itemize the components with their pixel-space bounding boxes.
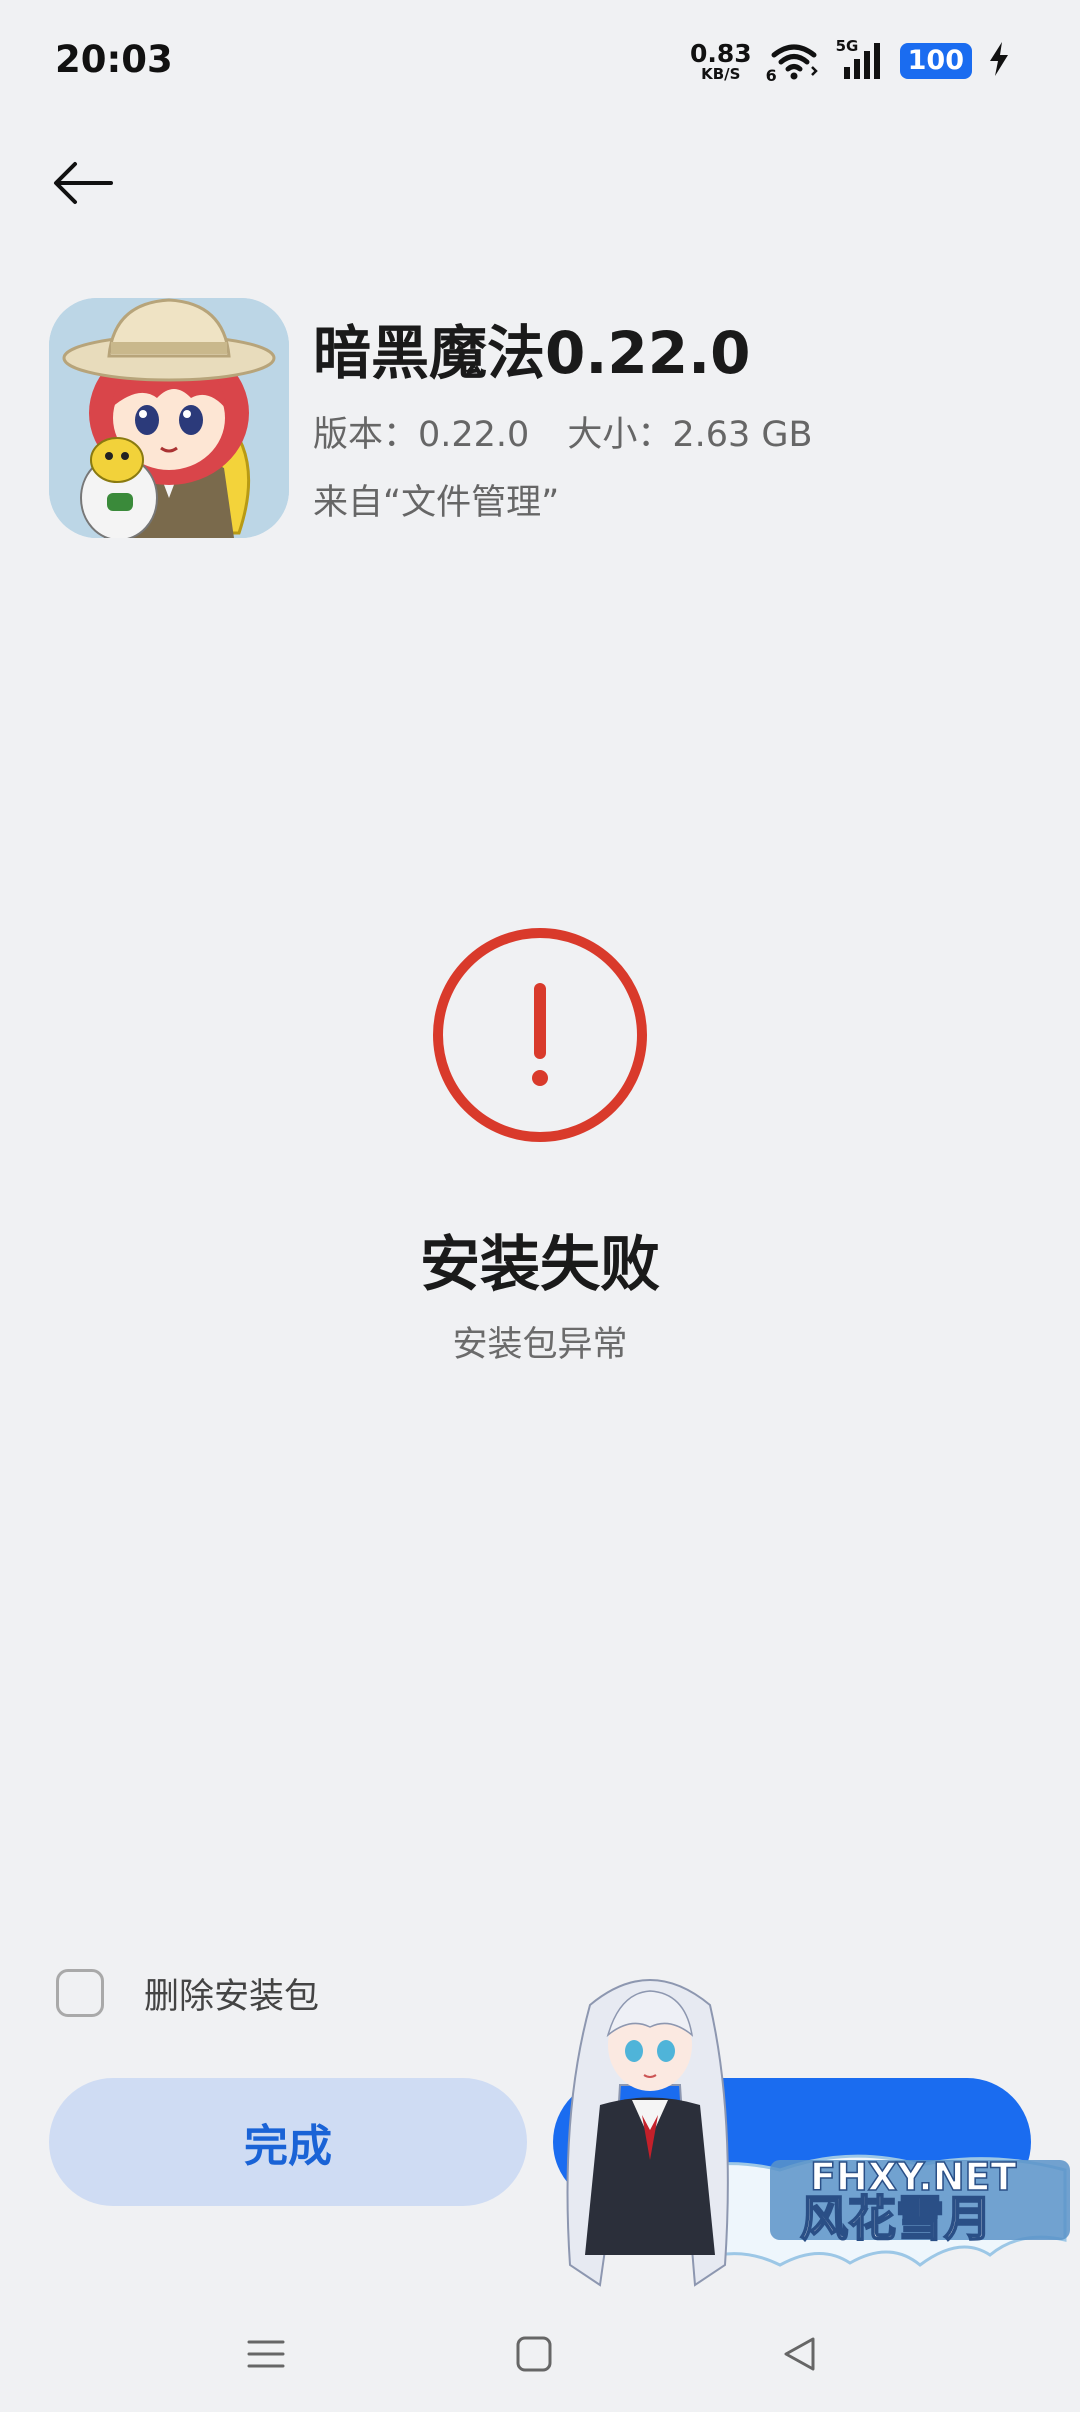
network-speed: 0.83 KB/S: [690, 41, 752, 82]
home-button[interactable]: [498, 2320, 570, 2392]
delete-package-checkbox[interactable]: [56, 1969, 104, 2017]
wifi-icon: 6: [766, 41, 820, 85]
charging-bolt-icon: [988, 42, 1010, 80]
app-source: 来自“文件管理”: [313, 483, 560, 523]
install-failed-reason: 安装包异常: [452, 1325, 628, 1365]
app-size: 大小：2.63 GB: [567, 415, 813, 455]
back-triangle-icon: [780, 2334, 820, 2378]
network-speed-unit: KB/S: [701, 64, 741, 83]
done-button[interactable]: 完成: [49, 2078, 527, 2206]
navigation-bar: [0, 2300, 1080, 2412]
svg-text:风花雪月: 风花雪月: [800, 2191, 992, 2247]
delete-package-label: 删除安装包: [144, 1976, 320, 2017]
network-speed-value: 0.83: [689, 38, 752, 68]
exclamation-circle-icon: [430, 925, 650, 1145]
wifi-badge: 6: [765, 66, 777, 85]
status-icons: 0.83 KB/S 6 5G 100: [690, 36, 1010, 86]
install-failed-title: 安装失败: [420, 1230, 660, 1300]
watermark-overlay: FHXY.NET 风花雪月: [520, 1965, 1080, 2305]
back-button[interactable]: [48, 150, 118, 220]
app-meta: 版本：0.22.0 大小：2.63 GB: [313, 406, 813, 457]
arrow-left-icon: [51, 159, 115, 211]
app-version: 版本：0.22.0: [313, 415, 530, 455]
nav-back-button[interactable]: [764, 2320, 836, 2392]
app-icon: [49, 298, 289, 538]
status-time: 20:03: [55, 38, 173, 81]
recent-apps-button[interactable]: [230, 2320, 302, 2392]
app-title: 暗黑魔法0.22.0: [313, 319, 751, 387]
delete-package-option[interactable]: 删除安装包: [56, 1965, 319, 2021]
battery-icon: 100: [899, 43, 972, 79]
home-square-icon: [514, 2334, 554, 2378]
menu-icon: [246, 2334, 286, 2378]
install-result-screen: 20:03 0.83 KB/S 6 5G 100 暗黑魔法0.22.0 版本：0…: [0, 0, 1080, 2412]
cellular-signal-icon: 5G: [836, 37, 884, 81]
